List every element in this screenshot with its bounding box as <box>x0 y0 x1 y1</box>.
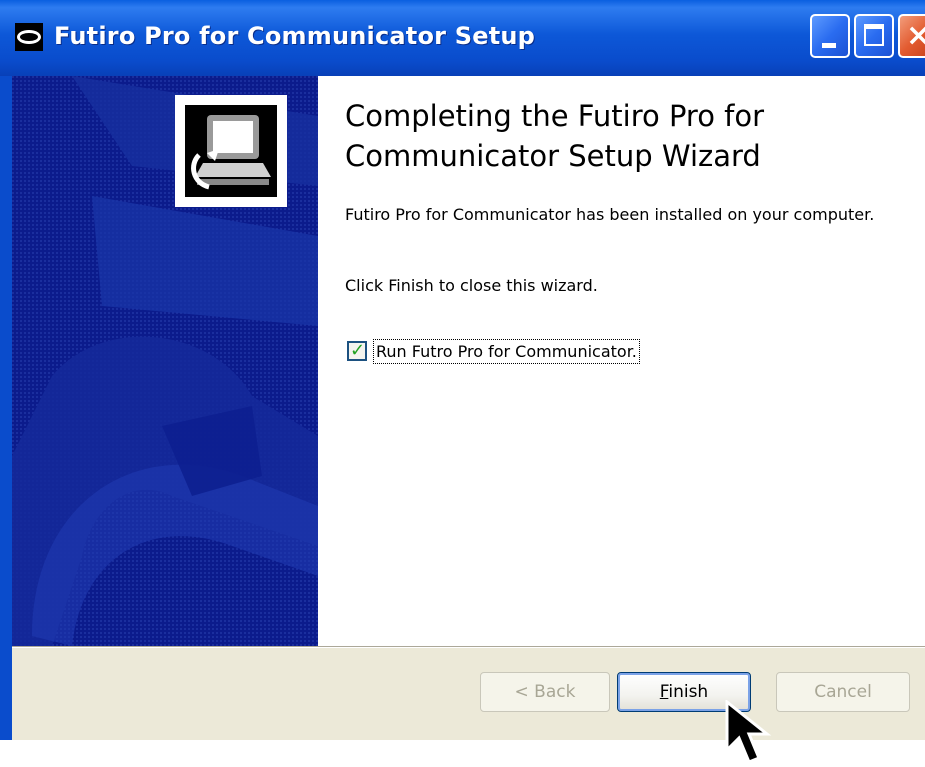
app-icon <box>14 22 44 52</box>
title-bar[interactable]: Futiro Pro for Communicator Setup × <box>0 0 925 77</box>
maximize-icon <box>864 24 884 46</box>
run-after-install-option[interactable]: ✓ Run Futro Pro for Communicator. <box>347 336 640 366</box>
run-checkbox-label[interactable]: Run Futro Pro for Communicator. <box>373 338 640 364</box>
setup-window: Futiro Pro for Communicator Setup × Comp… <box>0 0 925 740</box>
run-checkbox[interactable]: ✓ <box>347 340 367 361</box>
button-area-divider <box>12 646 925 648</box>
checkmark-icon: ✓ <box>350 340 366 361</box>
back-button-label: < Back <box>514 682 576 702</box>
installed-message: Futiro Pro for Communicator has been ins… <box>345 205 875 224</box>
close-button[interactable]: × <box>898 14 925 58</box>
close-icon: × <box>906 18 925 53</box>
maximize-button[interactable] <box>854 14 894 58</box>
window-frame-left <box>0 76 12 740</box>
minimize-button[interactable] <box>810 14 850 58</box>
wizard-heading: Completing the Futiro Pro for Communicat… <box>345 99 765 173</box>
cancel-button[interactable]: Cancel <box>776 672 910 712</box>
finish-button-label: Finish <box>660 682 708 702</box>
cancel-button-label: Cancel <box>814 682 872 702</box>
window-title: Futiro Pro for Communicator Setup <box>54 22 536 50</box>
minimize-icon <box>822 43 836 48</box>
finish-instruction: Click Finish to close this wizard. <box>345 276 598 295</box>
finish-label-rest: inish <box>668 682 709 702</box>
back-button[interactable]: < Back <box>480 672 610 712</box>
mouse-pointer-icon <box>725 700 772 764</box>
computer-icon <box>175 95 287 207</box>
